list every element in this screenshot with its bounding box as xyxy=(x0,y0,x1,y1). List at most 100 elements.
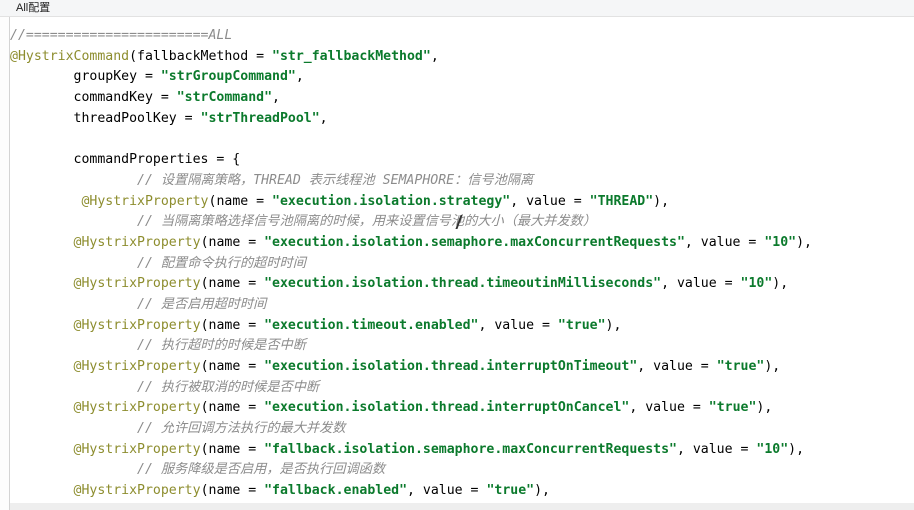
code-annotation: @HystrixProperty xyxy=(73,400,201,416)
code-string: "true" xyxy=(557,317,606,333)
code-text: commandProperties = { xyxy=(10,152,241,168)
code-line: // 是否启用超时时间 xyxy=(10,295,914,316)
code-text: (name = xyxy=(200,483,265,499)
code-line: // 服务降级是否启用，是否执行回调函数 xyxy=(10,460,914,481)
code-string: "10" xyxy=(756,441,789,457)
code-line: //=======================ALL xyxy=(10,26,914,47)
code-annotation: @HystrixProperty xyxy=(73,359,201,374)
code-line: // 执行被取消的时候是否中断 xyxy=(10,378,914,399)
code-string: "strThreadPool" xyxy=(200,110,320,126)
code-text: , value = xyxy=(684,234,765,250)
code-editor[interactable]: //=======================ALL @HystrixComm… xyxy=(10,26,914,510)
window-title: All配置 xyxy=(0,0,914,17)
code-line: @HystrixProperty(name = "fallback.enable… xyxy=(10,481,914,502)
code-text: (name = xyxy=(200,400,265,416)
code-string: "execution.isolation.strategy" xyxy=(272,193,511,209)
code-text: , value = xyxy=(407,483,487,499)
code-comment: // 允许回调方法执行的最大并发数 xyxy=(10,421,346,437)
code-text: , xyxy=(272,90,280,106)
code-annotation: @HystrixProperty xyxy=(81,193,209,209)
code-annotation: @HystrixProperty xyxy=(73,483,201,499)
code-comment: // 配置命令执行的超时时间 xyxy=(10,255,306,271)
code-line: @HystrixCommand(fallbackMethod = "str_fa… xyxy=(10,47,914,68)
code-string: "10" xyxy=(764,234,797,250)
code-text: , value = xyxy=(676,441,757,457)
code-line: @HystrixProperty(name = "execution.isola… xyxy=(10,398,914,419)
code-line: @HystrixProperty(name = "fallback.isolat… xyxy=(10,440,914,461)
code-line: // 允许回调方法执行的最大并发数 xyxy=(10,419,914,440)
code-string: "fallback.isolation.semaphore.maxConcurr… xyxy=(264,441,677,457)
code-line: commandProperties = { xyxy=(10,150,914,171)
code-line: @HystrixProperty(name = "execution.isola… xyxy=(10,357,914,378)
code-text: (name = xyxy=(200,441,265,457)
code-string: "true" xyxy=(716,359,765,374)
code-comment: // 执行被取消的时候是否中断 xyxy=(10,379,320,395)
horizontal-scrollbar[interactable] xyxy=(10,503,914,510)
code-text: ), xyxy=(764,359,781,374)
code-text: ), xyxy=(772,276,789,292)
code-text: , xyxy=(319,110,328,126)
code-text: (name = xyxy=(200,234,265,250)
code-text: , value = xyxy=(629,400,709,416)
code-comment: // 是否启用超时时间 xyxy=(10,296,267,312)
code-line: // 配置命令执行的超时时间 xyxy=(10,254,914,275)
code-string: "execution.isolation.thread.timeoutinMil… xyxy=(264,276,662,292)
code-text: , xyxy=(295,69,304,85)
code-text: groupKey = xyxy=(10,69,161,85)
code-line: @HystrixProperty(name = "execution.isola… xyxy=(10,274,914,295)
code-comment: // 服务降级是否启用，是否执行回调函数 xyxy=(10,462,386,478)
code-line: @HystrixProperty(name = "execution.isola… xyxy=(10,233,914,254)
code-annotation: @HystrixProperty xyxy=(73,441,201,457)
code-text: ), xyxy=(756,400,773,416)
code-line: groupKey = "strGroupCommand", xyxy=(10,67,914,88)
code-text: commandKey = xyxy=(10,90,177,106)
code-comment: // 设置隔离策略，THREAD 表示线程池 SEMAPHORE：信号池隔离 xyxy=(10,172,534,188)
code-text: ), xyxy=(788,441,805,457)
code-line: threadPoolKey = "strThreadPool", xyxy=(10,109,914,130)
code-line: // 设置隔离策略，THREAD 表示线程池 SEMAPHORE：信号池隔离 xyxy=(10,171,914,192)
code-text: , value = xyxy=(510,193,590,209)
code-text: (name = xyxy=(200,276,265,292)
code-text: ), xyxy=(534,483,550,499)
code-text: (name = xyxy=(200,317,265,333)
code-comment: // 执行超时的时候是否中断 xyxy=(10,338,306,354)
code-text: , value = xyxy=(661,276,741,292)
window-left-border xyxy=(0,17,10,510)
code-string: "execution.isolation.thread.interruptOnT… xyxy=(264,359,638,374)
code-line: @HystrixProperty(name = "execution.isola… xyxy=(10,192,914,213)
code-line: commandKey = "strCommand", xyxy=(10,88,914,109)
code-annotation: @HystrixCommand xyxy=(10,48,130,64)
code-string: "execution.isolation.thread.interruptOnC… xyxy=(264,400,630,416)
code-text: ), xyxy=(796,234,812,250)
code-string: "execution.timeout.enabled" xyxy=(264,317,479,333)
code-text: , value = xyxy=(478,317,558,333)
code-text: ), xyxy=(653,193,670,209)
code-text: , value = xyxy=(637,359,717,374)
code-string: "true" xyxy=(486,483,535,499)
code-text: threadPoolKey = xyxy=(10,110,201,126)
code-comment: //=======================ALL xyxy=(10,28,233,43)
code-string: "10" xyxy=(740,276,773,292)
code-text: (name = xyxy=(208,193,273,209)
code-comment: // 当隔离策略选择信号池隔离的时候，用来设置信号池的大小（最大并发数） xyxy=(10,214,597,230)
code-annotation: @HystrixProperty xyxy=(73,234,201,250)
code-annotation: @HystrixProperty xyxy=(73,276,201,292)
code-annotation: @HystrixProperty xyxy=(73,317,201,333)
code-string: "true" xyxy=(708,400,757,416)
code-string: "strGroupCommand" xyxy=(160,69,296,85)
code-text: , xyxy=(430,48,439,64)
code-line: // 执行超时的时候是否中断 xyxy=(10,336,914,357)
code-string: "THREAD" xyxy=(589,193,654,209)
code-text: (name = xyxy=(200,359,265,374)
code-string: "strCommand" xyxy=(176,90,273,106)
code-string: "str_fallbackMethod" xyxy=(272,48,431,64)
